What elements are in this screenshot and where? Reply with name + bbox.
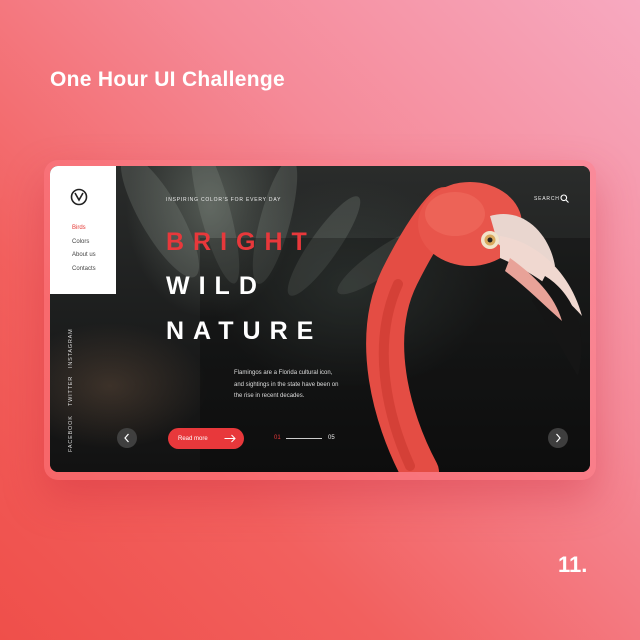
tagline: INSPIRING COLOR'S FOR EVERY DAY (166, 197, 282, 203)
challenge-title: One Hour UI Challenge (50, 68, 285, 91)
search-icon[interactable] (560, 194, 569, 203)
headline-nature: NATURE (166, 317, 323, 345)
menu-list: Birds Colors About us Contacts (72, 222, 96, 276)
next-slide-button[interactable] (548, 428, 568, 448)
search-label[interactable]: SEARCH (534, 196, 560, 202)
read-more-label: Read more (178, 435, 208, 442)
social-link-facebook[interactable]: FACEBOOK (68, 415, 74, 452)
prev-slide-button[interactable] (117, 428, 137, 448)
pager-current: 01 (274, 435, 281, 441)
sidebar-menu: Birds Colors About us Contacts (50, 166, 116, 294)
chevron-right-icon (556, 433, 561, 443)
menu-item-colors[interactable]: Colors (72, 236, 96, 250)
website-mockup: Birds Colors About us Contacts INSTAGRAM… (50, 166, 590, 472)
pager-total: 05 (328, 435, 335, 441)
hero-description: Flamingos are a Florida cultural icon, a… (234, 370, 339, 399)
social-link-instagram[interactable]: INSTAGRAM (68, 329, 74, 369)
headline-wild: WILD (166, 272, 266, 300)
flamingo-image (366, 182, 582, 472)
logo-icon[interactable] (70, 188, 88, 206)
read-more-button[interactable]: Read more (168, 428, 244, 449)
menu-item-contacts[interactable]: Contacts (72, 263, 96, 277)
menu-item-birds[interactable]: Birds (72, 222, 96, 236)
pager-progress-line (286, 438, 322, 439)
challenge-number: 11. (558, 552, 588, 577)
headline-bright: BRIGHT (166, 228, 316, 256)
chevron-left-icon (124, 433, 129, 443)
menu-item-about-us[interactable]: About us (72, 249, 96, 263)
social-link-twitter[interactable]: TWITTER (68, 376, 74, 406)
arrow-right-icon (224, 434, 236, 443)
